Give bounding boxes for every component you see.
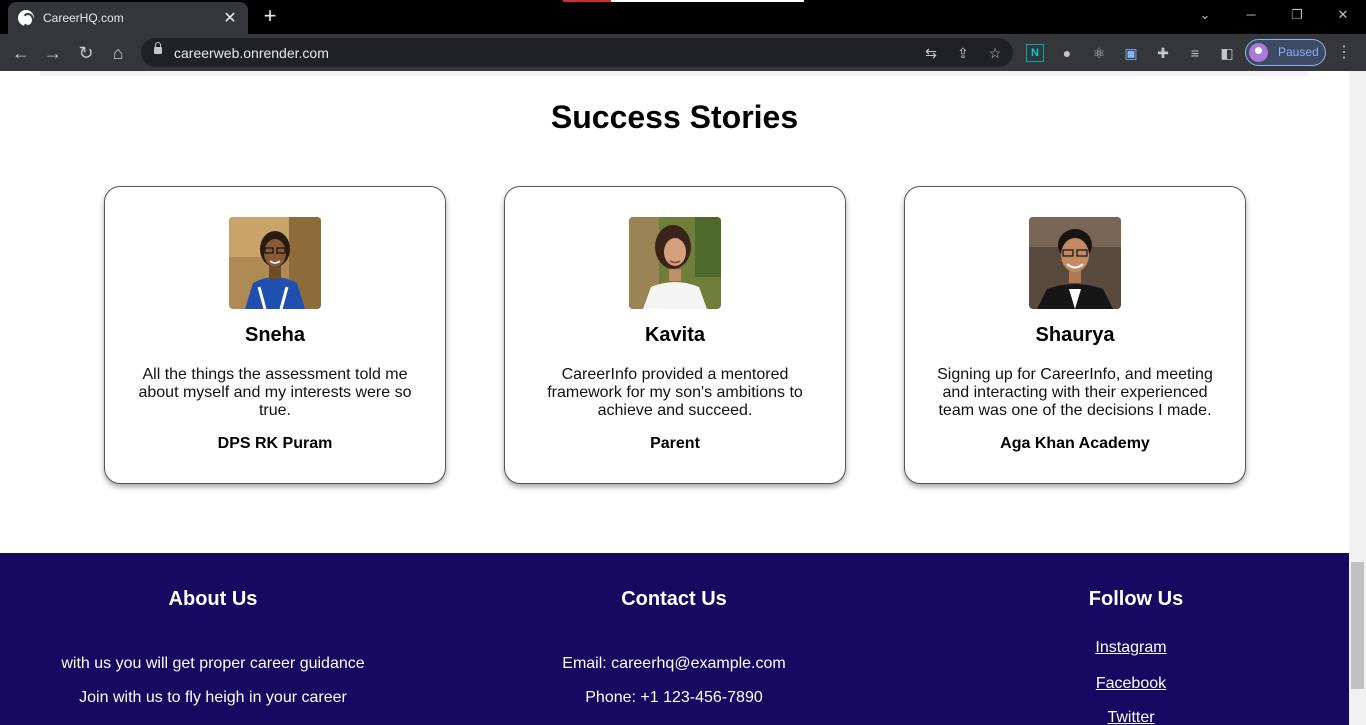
story-name: Kavita: [644, 324, 706, 346]
url-text[interactable]: careerweb.onrender.com: [174, 45, 329, 61]
share-icon[interactable]: ⇪: [953, 43, 973, 63]
back-icon[interactable]: ←: [8, 40, 34, 66]
about-us-heading: About Us: [168, 588, 258, 610]
about-us-line: Join with us to fly heigh in your career: [79, 689, 347, 706]
side-panel-icon[interactable]: ◧: [1217, 43, 1237, 63]
divider: [40, 71, 1308, 76]
reload-icon[interactable]: ↻: [73, 40, 99, 66]
lock-icon[interactable]: [154, 42, 162, 54]
reading-list-icon[interactable]: ≡: [1185, 43, 1205, 63]
close-tab-icon[interactable]: ✕: [222, 8, 238, 28]
browser-menu-icon[interactable]: ⋮: [1336, 43, 1352, 63]
browser-toolbar: ← → ↻ ⌂ careerweb.onrender.com ⇆ ⇪ ☆ N ●…: [0, 34, 1366, 71]
story-card: Sneha All the things the assessment told…: [104, 186, 446, 484]
profile-status: Paused: [1278, 45, 1319, 59]
story-card: Shaurya Signing up for CareerInfo, and m…: [904, 186, 1246, 484]
story-name: Sneha: [244, 324, 306, 346]
student-photo: [1029, 217, 1121, 309]
contact-email: Email: careerhq@example.com: [562, 655, 786, 672]
student-photo: [229, 217, 321, 309]
globe-icon: [18, 10, 34, 27]
translate-icon[interactable]: ⇆: [921, 43, 941, 63]
tab-title: CareerHQ.com: [43, 11, 124, 25]
story-organization: DPS RK Puram: [217, 435, 333, 452]
site-footer: About Us with us you will get proper car…: [0, 553, 1349, 725]
close-window-icon[interactable]: ✕: [1320, 4, 1366, 26]
minimize-icon[interactable]: ─: [1228, 4, 1274, 26]
browser-tab[interactable]: CareerHQ.com ✕: [8, 2, 248, 34]
restore-icon[interactable]: ❐: [1274, 4, 1320, 26]
twitter-link[interactable]: Twitter: [1031, 709, 1231, 725]
story-quote: CareerInfo provided a mentored framework…: [547, 366, 803, 419]
scrollbar-thumb[interactable]: [1351, 562, 1364, 689]
address-bar[interactable]: careerweb.onrender.com ⇆ ⇪ ☆: [141, 38, 1013, 67]
bookmark-star-icon[interactable]: ☆: [985, 43, 1005, 63]
extension-icon[interactable]: ●: [1057, 43, 1077, 63]
story-quote: All the things the assessment told me ab…: [138, 366, 412, 419]
follow-us-heading: Follow Us: [1088, 588, 1184, 610]
screen-capture-icon[interactable]: ▣: [1121, 43, 1141, 63]
contact-us-heading: Contact Us: [621, 588, 727, 610]
story-quote: Signing up for CareerInfo, and meeting a…: [937, 366, 1213, 419]
new-tab-button[interactable]: +: [258, 5, 282, 29]
about-us-line: with us you will get proper career guida…: [61, 655, 365, 672]
chevron-down-icon[interactable]: ⌄: [1182, 4, 1228, 26]
parent-photo: [629, 217, 721, 309]
home-icon[interactable]: ⌂: [105, 40, 131, 66]
instagram-link[interactable]: Instagram: [1031, 639, 1231, 657]
page-scrollbar[interactable]: [1349, 71, 1366, 725]
react-devtools-icon[interactable]: ⚛: [1089, 43, 1109, 63]
story-name: Shaurya: [1035, 324, 1115, 346]
contact-phone: Phone: +1 123-456-7890: [585, 689, 763, 706]
decorative-strip: [611, 0, 804, 2]
story-organization: Aga Khan Academy: [1000, 435, 1150, 452]
story-organization: Parent: [650, 435, 700, 452]
avatar: [1249, 43, 1268, 62]
section-title: Success Stories: [550, 99, 799, 135]
facebook-link[interactable]: Facebook: [1031, 675, 1231, 693]
profile-button[interactable]: Paused: [1245, 39, 1326, 66]
extensions-puzzle-icon[interactable]: ✚: [1153, 43, 1173, 63]
forward-icon[interactable]: →: [40, 40, 66, 66]
extension-n-icon[interactable]: N: [1026, 44, 1044, 62]
story-card: Kavita CareerInfo provided a mentored fr…: [504, 186, 846, 484]
decorative-strip: [563, 0, 611, 2]
page-viewport: Success Stories Sneha All the things the…: [0, 71, 1349, 725]
browser-tab-strip: CareerHQ.com ✕ + ⌄ ─ ❐ ✕: [0, 0, 1366, 34]
